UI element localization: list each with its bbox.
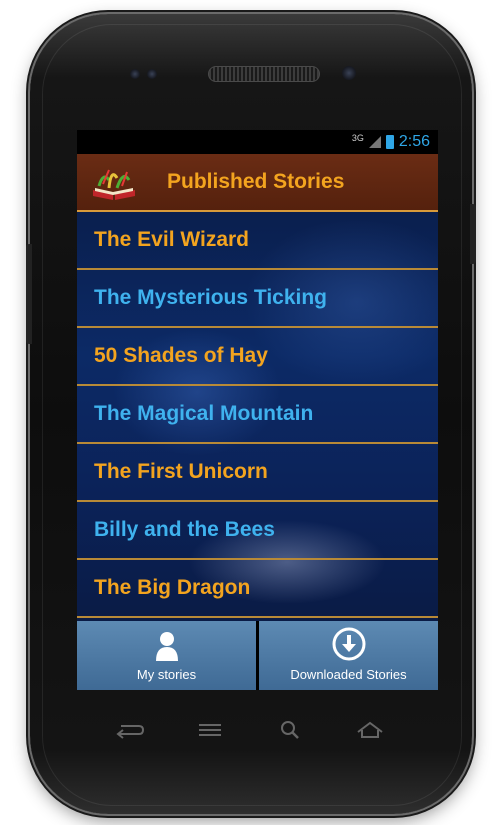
page-title: Published Stories [167,170,345,193]
app-screen: 3G 2:56 Published Stories The Evil Wizar… [77,130,438,690]
downloaded-stories-tab[interactable]: Downloaded Stories [259,621,438,690]
story-list[interactable]: The Evil Wizard The Mysterious Ticking 5… [77,212,438,621]
volume-button [26,244,32,344]
menu-icon[interactable] [193,718,227,742]
sensor-icon [130,69,140,79]
front-camera-icon [342,66,356,80]
story-item[interactable]: The Evil Wizard [77,212,438,270]
battery-icon [385,135,394,149]
story-item[interactable]: The Magical Mountain [77,386,438,444]
app-header: Published Stories [77,154,438,212]
system-nav-bar [90,710,410,750]
tab-label: Downloaded Stories [290,667,407,682]
download-icon [332,627,365,661]
story-item[interactable]: The Mysterious Ticking [77,270,438,328]
story-item[interactable]: The First Unicorn [77,444,438,502]
story-item[interactable]: Billy and the Bees [77,502,438,560]
back-icon[interactable] [113,718,147,742]
network-type: 3G [351,133,364,143]
earpiece-speaker [208,66,320,82]
signal-icon [368,136,381,148]
sensor-icon [147,69,157,79]
bottom-tab-bar: My stories Downloaded Stories [77,621,438,690]
book-logo-icon [93,169,135,200]
search-icon[interactable] [273,718,307,742]
status-bar: 3G 2:56 [77,130,438,154]
power-button [470,204,476,264]
story-item[interactable]: The Big Dragon [77,560,438,618]
my-stories-tab[interactable]: My stories [77,621,256,690]
story-item[interactable]: 50 Shades of Hay [77,328,438,386]
home-icon[interactable] [353,718,387,742]
clock: 2:56 [398,133,430,150]
tab-label: My stories [136,667,197,682]
person-icon [155,632,178,661]
